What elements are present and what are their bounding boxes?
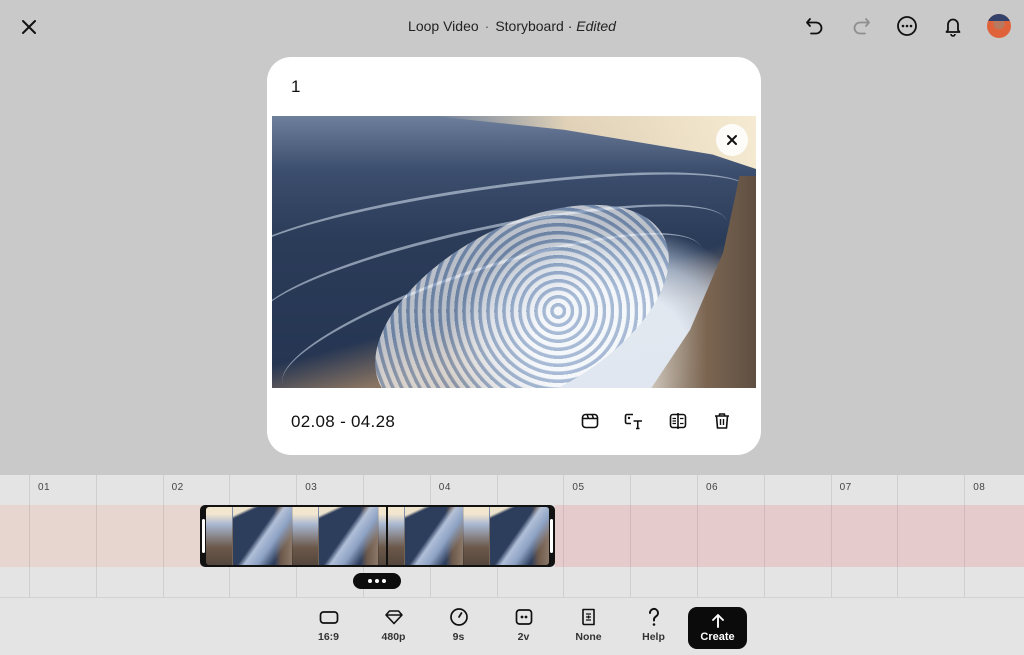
scene-button[interactable] <box>579 410 601 432</box>
timeline-tick-label: 01 <box>38 482 51 493</box>
scene-preview-image <box>272 116 756 388</box>
notifications-button[interactable] <box>940 13 966 39</box>
help-button[interactable]: Help <box>621 606 686 643</box>
timeline-tick-label: 02 <box>171 482 184 493</box>
timeline-gridline-minor <box>763 475 765 597</box>
text-overlay-icon <box>624 413 642 430</box>
trash-icon <box>715 413 729 429</box>
undo-button[interactable] <box>802 13 828 39</box>
title-separator: · <box>484 18 490 34</box>
dot-icon <box>382 579 386 583</box>
clip-frame <box>489 507 549 565</box>
timeline-gridline-minor <box>95 475 97 597</box>
clip-frame <box>403 507 464 565</box>
timeline-tick-label: 03 <box>305 482 318 493</box>
status-separator: · <box>567 18 573 34</box>
playhead[interactable] <box>386 505 388 567</box>
style-button[interactable]: None <box>556 606 621 643</box>
track-region-before-clip[interactable] <box>0 505 202 567</box>
dot-icon <box>368 579 372 583</box>
more-options-button[interactable] <box>894 13 920 39</box>
delete-scene-button[interactable] <box>711 410 733 432</box>
clip-trim-handle-left[interactable] <box>202 519 205 553</box>
text-overlay-button[interactable] <box>623 410 645 432</box>
create-label: Create <box>700 631 735 643</box>
compare-icon <box>669 413 687 429</box>
timeline-gridline-major <box>29 475 30 597</box>
timeline-tick-label: 06 <box>706 482 719 493</box>
undo-icon <box>806 18 823 35</box>
top-bar: Loop Video · Storyboard · Edited <box>0 0 1024 54</box>
video-clip[interactable] <box>200 505 555 567</box>
quality-button[interactable]: 480p <box>361 606 426 643</box>
dot-icon <box>375 579 379 583</box>
scene-number: 1 <box>291 77 301 96</box>
quality-label: 480p <box>381 631 406 643</box>
app-name: Loop Video <box>408 18 479 34</box>
variations-label: 2v <box>517 631 530 643</box>
account-button[interactable] <box>986 13 1012 39</box>
clip-frame <box>232 507 292 565</box>
diamond-icon <box>384 610 403 625</box>
aspect-ratio-label: 16:9 <box>317 631 339 643</box>
close-icon <box>727 135 737 145</box>
timeline-tick-label: 04 <box>438 482 451 493</box>
clip-frame <box>206 507 232 565</box>
clip-frame <box>317 507 378 565</box>
clip-frame <box>377 507 404 565</box>
aspect-ratio-button[interactable]: 16:9 <box>296 606 361 643</box>
timeline-ruler[interactable]: 01 02 03 04 05 06 07 08 <box>0 475 1024 505</box>
variations-button[interactable]: 2v <box>491 606 556 643</box>
clip-frame <box>291 507 318 565</box>
duration-label: 9s <box>452 631 465 643</box>
scene-actions <box>579 410 733 432</box>
scene-card: 1 02.08 - 04.28 <box>267 57 761 455</box>
clip-filmstrip <box>206 507 549 565</box>
timeline-gridline-minor <box>630 475 632 597</box>
timeline-gridline-minor <box>897 475 899 597</box>
clip-more-button[interactable] <box>353 573 401 589</box>
timeline-lower-row[interactable] <box>0 567 1024 597</box>
arrow-up-icon <box>711 614 724 628</box>
variations-icon <box>515 609 532 625</box>
redo-button[interactable] <box>848 13 874 39</box>
bottom-toolbar: 16:9 480p 9s 2v None Help Create <box>0 597 1024 655</box>
top-actions <box>802 13 1012 39</box>
more-options-icon <box>897 16 917 36</box>
timeline-gridline-major <box>563 475 565 597</box>
compare-button[interactable] <box>667 410 689 432</box>
help-icon <box>648 607 659 626</box>
redo-icon <box>853 18 870 35</box>
create-button[interactable]: Create <box>688 607 747 649</box>
style-book-icon <box>581 608 595 626</box>
track-region-after-clip[interactable] <box>555 505 1024 567</box>
scene-time-range: 02.08 - 04.28 <box>291 412 396 431</box>
timeline-gridline-major <box>162 475 164 597</box>
timeline-gridline-major <box>830 475 832 597</box>
edit-status: Edited <box>576 18 616 34</box>
timeline[interactable]: 01 02 03 04 05 06 07 08 <box>0 475 1024 597</box>
clip-trim-handle-right[interactable] <box>550 519 553 553</box>
section-name: Storyboard <box>495 18 564 34</box>
timeline-tick-label: 07 <box>839 482 852 493</box>
duration-button[interactable]: 9s <box>426 606 491 643</box>
clip-frame <box>463 507 490 565</box>
preview-sky <box>432 116 756 171</box>
aspect-ratio-icon <box>319 611 338 624</box>
style-label: None <box>575 631 602 643</box>
bell-icon <box>945 18 961 37</box>
timer-icon <box>449 608 468 626</box>
remove-preview-button[interactable] <box>716 124 748 156</box>
user-avatar <box>987 14 1011 38</box>
timeline-gridline-major <box>697 475 698 597</box>
clapperboard-icon <box>581 413 599 429</box>
timeline-tick-label: 05 <box>572 482 585 493</box>
timeline-gridline-major <box>964 475 966 597</box>
help-label: Help <box>642 631 665 643</box>
timeline-tick-label: 08 <box>973 482 986 493</box>
